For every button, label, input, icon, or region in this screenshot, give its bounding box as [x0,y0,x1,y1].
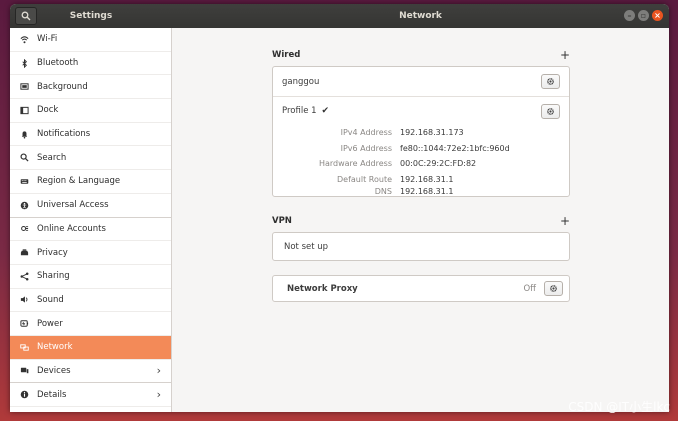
sidebar-item-sharing[interactable]: Sharing [10,265,171,289]
add-wired-button[interactable]: + [560,48,570,62]
detail-row-ipv4: IPv4 Address 192.168.31.173 [340,128,464,138]
bell-icon [19,129,29,139]
sidebar-item-label: Sharing [37,271,70,282]
sidebar-item-notifications[interactable]: Notifications [10,123,171,147]
close-button[interactable]: × [652,10,663,21]
gear-icon [547,78,554,85]
window-title: Network [399,11,442,21]
chevron-right-icon: › [156,388,161,402]
wired-title: Wired [272,50,301,60]
connection-name: ganggou [282,76,320,87]
sidebar-item-label: Dock [37,105,59,116]
sidebar-item-label: Region & Language [37,176,121,187]
profile-name: Profile 1 [282,106,317,116]
gear-icon [547,107,554,115]
sidebar-item-label: Online Accounts [37,223,106,234]
wired-connection-row: ganggou [273,67,569,97]
dock-icon [19,105,29,115]
maximize-button[interactable]: ▫ [638,10,649,21]
devices-icon [19,366,29,376]
settings-window: Settings Network – ▫ × Wi-Fi Bluetooth B… [10,4,669,412]
wired-panel: ganggou Profile 1 ✔ IPv4 Address 192.168… [272,66,570,197]
sidebar-item-background[interactable]: Background [10,75,171,100]
sidebar-item-universal-access[interactable]: Universal Access [10,194,171,218]
sidebar-item-label: Bluetooth [37,58,79,69]
chevron-right-icon: › [156,364,161,378]
detail-row-ipv6: IPv6 Address fe80::1044:72e2:1bfc:960d [340,143,510,153]
detail-row-dns: DNS 192.168.31.1 [374,187,454,196]
gear-icon [550,285,557,292]
add-vpn-button[interactable]: + [560,214,570,228]
wired-section-header: Wired + [272,48,570,62]
detail-row-default-route: Default Route 192.168.31.1 [337,174,454,184]
share-icon [19,271,29,281]
network-panel: Wired + ganggou Profile 1 ✔ IPv4 Address… [172,28,669,412]
sidebar-item-devices[interactable]: Devices › [10,360,171,384]
vpn-status: Not set up [284,241,329,252]
proxy-settings-button[interactable] [544,281,563,296]
profile-details: IPv4 Address 192.168.31.173 IPv6 Address f… [273,125,569,197]
vpn-panel: Not set up [272,232,570,261]
online-accounts-icon [19,224,29,234]
connection-settings-button[interactable] [541,74,560,89]
sidebar-item-label: Universal Access [37,200,109,211]
profile-row[interactable]: Profile 1 ✔ [273,97,569,125]
profile-settings-button[interactable] [541,103,560,119]
sidebar-item-sound[interactable]: Sound [10,289,171,313]
network-proxy-row[interactable]: Network Proxy Off [272,275,570,302]
background-icon [19,82,29,92]
sidebar-item-label: Privacy [37,247,68,258]
sidebar: Wi-Fi Bluetooth Background Dock Notifica… [10,28,172,412]
sidebar-item-label: Background [37,81,88,92]
search-icon [19,153,29,163]
proxy-title: Network Proxy [287,283,358,294]
sidebar-item-label: Network [37,342,73,353]
keyboard-icon [19,176,29,186]
title-bar: Settings Network – ▫ × [10,4,669,28]
sidebar-item-label: Devices [37,365,71,376]
sidebar-item-label: Details [37,389,67,400]
sidebar-item-network[interactable]: Network [10,335,171,360]
sidebar-item-online-accounts[interactable]: Online Accounts [10,218,171,242]
vpn-title: VPN [272,216,292,226]
checkmark-icon: ✔ [321,106,330,116]
sidebar-item-label: Power [37,318,63,329]
info-icon [19,390,29,400]
privacy-icon [19,248,29,258]
sidebar-item-region-language[interactable]: Region & Language [10,170,171,194]
sidebar-item-label: Wi-Fi [37,34,58,45]
proxy-status: Off [523,283,536,294]
sidebar-item-search[interactable]: Search [10,146,171,171]
speaker-icon [19,295,29,305]
wifi-icon [19,34,29,44]
network-icon [19,342,29,352]
sidebar-item-label: Notifications [37,129,91,140]
minimize-button[interactable]: – [624,10,635,21]
sidebar-item-power[interactable]: Power [10,312,171,336]
vpn-section-header: VPN + [272,214,570,228]
bluetooth-icon [19,58,29,68]
sidebar-item-bluetooth[interactable]: Bluetooth [10,52,171,76]
sidebar-item-dock[interactable]: Dock [10,99,171,123]
sidebar-item-privacy[interactable]: Privacy [10,241,171,265]
sidebar-item-details[interactable]: Details › [10,383,171,407]
power-icon [19,319,29,329]
accessibility-icon [19,200,29,210]
search-icon [21,11,31,21]
sidebar-item-wifi[interactable]: Wi-Fi [10,28,171,52]
sidebar-item-label: Search [37,152,67,163]
detail-row-hardware: Hardware Address 00:0C:29:2C:FD:82 [318,159,477,169]
search-button[interactable] [15,7,37,25]
watermark: CSDN @IT小生lkc [568,400,670,414]
sidebar-item-label: Sound [37,294,64,305]
